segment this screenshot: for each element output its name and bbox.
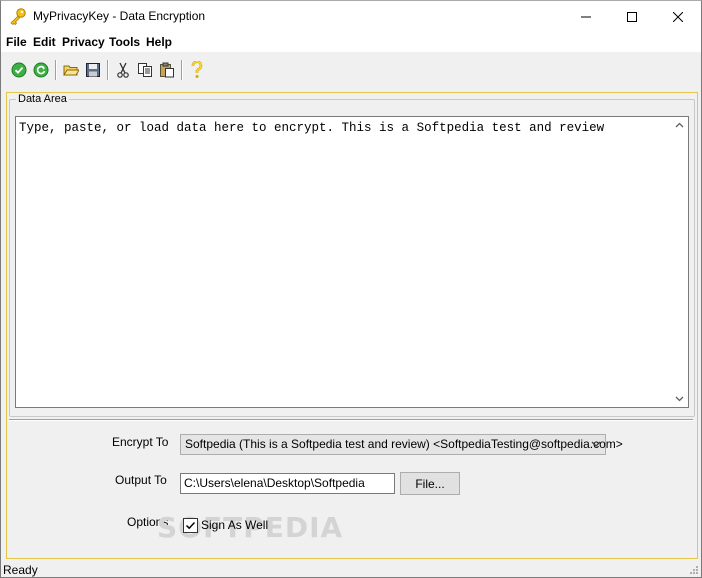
main-panel: Data Area Type, paste, or load data here… bbox=[6, 92, 698, 559]
file-button[interactable]: File... bbox=[400, 472, 460, 495]
close-icon bbox=[673, 11, 683, 22]
scroll-up-icon[interactable] bbox=[675, 121, 684, 130]
menu-help[interactable]: Help bbox=[146, 35, 172, 49]
save-icon bbox=[86, 63, 100, 77]
checkmark-icon bbox=[185, 521, 196, 530]
maximize-icon bbox=[627, 11, 637, 22]
menu-bar: File Edit Privacy Tools Help bbox=[1, 32, 701, 52]
refresh-button[interactable] bbox=[31, 60, 51, 80]
sign-as-well-label[interactable]: Sign As Well bbox=[201, 518, 268, 532]
menu-privacy[interactable]: Privacy bbox=[62, 35, 105, 49]
copy-icon bbox=[138, 63, 152, 77]
menu-file[interactable]: File bbox=[6, 35, 27, 49]
output-to-value: C:\Users\elena\Desktop\Softpedia bbox=[184, 476, 365, 490]
refresh-icon bbox=[33, 62, 49, 78]
encrypt-to-label: Encrypt To bbox=[112, 435, 169, 449]
maximize-button[interactable] bbox=[609, 1, 655, 32]
encrypt-check-icon bbox=[11, 62, 27, 78]
copy-button[interactable] bbox=[135, 60, 155, 80]
encrypt-to-value: Softpedia (This is a Softpedia test and … bbox=[185, 437, 623, 451]
paste-icon bbox=[160, 62, 174, 78]
help-button[interactable] bbox=[187, 60, 207, 80]
chevron-down-icon bbox=[591, 441, 601, 447]
toolbar-separator bbox=[107, 60, 109, 80]
cut-button[interactable] bbox=[113, 60, 133, 80]
toolbar bbox=[1, 54, 701, 86]
encrypt-to-select[interactable]: Softpedia (This is a Softpedia test and … bbox=[180, 434, 623, 455]
sign-as-well-checkbox[interactable] bbox=[183, 518, 198, 533]
cut-icon bbox=[117, 62, 129, 78]
resize-grip-icon[interactable] bbox=[689, 565, 699, 575]
output-to-input[interactable]: C:\Users\elena\Desktop\Softpedia bbox=[180, 473, 395, 494]
output-to-label: Output To bbox=[115, 473, 167, 487]
vertical-scrollbar[interactable] bbox=[671, 117, 688, 407]
data-text: Type, paste, or load data here to encryp… bbox=[19, 121, 605, 135]
title-bar: MyPrivacyKey - Data Encryption bbox=[1, 1, 701, 32]
window-title: MyPrivacyKey - Data Encryption bbox=[33, 9, 206, 23]
help-icon bbox=[191, 61, 203, 78]
data-area-group: Data Area Type, paste, or load data here… bbox=[9, 93, 695, 417]
app-window: MyPrivacyKey - Data Encryption File Edit… bbox=[0, 0, 702, 578]
open-folder-icon bbox=[63, 65, 79, 76]
toolbar-separator bbox=[181, 60, 183, 80]
status-text: Ready bbox=[3, 563, 38, 577]
panel-divider bbox=[9, 419, 693, 421]
data-textarea[interactable]: Type, paste, or load data here to encryp… bbox=[15, 116, 689, 408]
menu-edit[interactable]: Edit bbox=[33, 35, 56, 49]
toolbar-separator bbox=[55, 60, 57, 80]
paste-button[interactable] bbox=[157, 60, 177, 80]
open-button[interactable] bbox=[61, 60, 81, 80]
status-bar: Ready bbox=[1, 562, 701, 577]
menu-tools[interactable]: Tools bbox=[109, 35, 140, 49]
close-button[interactable] bbox=[655, 1, 701, 32]
key-icon bbox=[10, 8, 26, 25]
save-button[interactable] bbox=[83, 60, 103, 80]
minimize-button[interactable] bbox=[563, 1, 609, 32]
scroll-down-icon[interactable] bbox=[675, 394, 684, 403]
minimize-icon bbox=[581, 16, 591, 17]
data-area-label: Data Area bbox=[16, 93, 69, 105]
encrypt-button[interactable] bbox=[9, 60, 29, 80]
